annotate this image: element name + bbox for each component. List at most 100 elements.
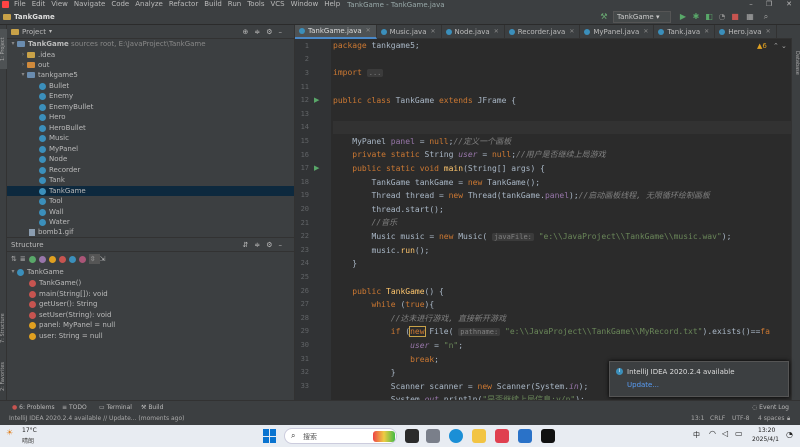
windows-start-icon[interactable] [263, 429, 277, 443]
event-log-button[interactable]: ◌ Event Log [752, 404, 789, 411]
tree-item-class[interactable]: Enemy [39, 91, 73, 101]
tree-root[interactable]: ▾ TankGame sources root, E:\JavaProject\… [9, 39, 205, 49]
close-icon[interactable]: ✕ [782, 0, 796, 9]
project-structure-icon[interactable]: ▦ [744, 11, 756, 23]
close-tab-icon[interactable]: ✕ [704, 25, 709, 39]
menu-build[interactable]: Build [201, 0, 225, 9]
tree-item-class[interactable]: Hero [39, 112, 66, 122]
project-view-select[interactable]: Project [22, 28, 46, 36]
chevron-down-icon[interactable]: ▾ [49, 28, 52, 35]
tree-item-class[interactable]: Tank [39, 175, 65, 185]
menu-edit[interactable]: Edit [29, 0, 49, 9]
tab-recorder[interactable]: Recorder.java ✕ [505, 25, 581, 39]
code-area[interactable]: package tankgame5; import ... public cla… [333, 39, 792, 400]
tree-item-class[interactable]: Water [39, 217, 70, 227]
tab-music[interactable]: Music.java ✕ [377, 25, 442, 39]
run-gutter-icon[interactable]: ▶ [314, 96, 319, 104]
sort-visibility-icon[interactable]: ≣ [20, 254, 29, 264]
tree-item-class[interactable]: Bullet [39, 81, 69, 91]
show-anonymous-icon[interactable] [78, 255, 86, 263]
chevron-down-icon[interactable]: ▾ [19, 70, 27, 80]
minimize-icon[interactable]: – [744, 0, 758, 9]
close-tab-icon[interactable]: ✕ [430, 25, 435, 39]
tree-item-file[interactable]: bomb1.gif [29, 227, 74, 237]
project-tool-tab[interactable]: 1: Project [0, 29, 7, 69]
profile-icon[interactable]: ◔ [716, 11, 728, 23]
file-explorer-icon[interactable] [472, 429, 486, 443]
chevron-right-icon[interactable]: › [19, 50, 27, 60]
menu-file[interactable]: File [11, 0, 29, 9]
show-non-public-icon[interactable] [58, 255, 66, 263]
tab-hero[interactable]: Hero.java ✕ [715, 25, 777, 39]
chevron-down-icon[interactable]: ▾ [9, 267, 17, 277]
clock-time[interactable]: 13:20 [758, 427, 775, 434]
chevron-right-icon[interactable]: › [19, 60, 27, 70]
tab-tankgame[interactable]: TankGame.java ✕ [295, 25, 377, 39]
collapse-icon[interactable]: ≑ [254, 241, 266, 249]
notification-bell-icon[interactable]: ◔ [786, 430, 793, 439]
debug-icon[interactable]: ✱ [690, 11, 702, 23]
structure-item[interactable]: main(String[]): void [29, 289, 108, 299]
tab-tank[interactable]: Tank.java ✕ [654, 25, 716, 39]
intellij-taskbar-icon[interactable] [495, 429, 509, 443]
close-tab-icon[interactable]: ✕ [366, 24, 371, 38]
close-tab-icon[interactable]: ✕ [569, 25, 574, 39]
favorites-tool-tab[interactable]: 2: Favorites [0, 355, 7, 397]
taskbar-search-box[interactable]: ⌕ 搜索 [284, 428, 397, 444]
tree-item-class[interactable]: EnemyBullet [39, 102, 93, 112]
menu-run[interactable]: Run [225, 0, 244, 9]
tree-item-idea[interactable]: › .idea [19, 50, 55, 60]
clock-date[interactable]: 2025/4/1 [752, 436, 779, 443]
expand-icon[interactable]: ⇵ [242, 241, 254, 249]
run-gutter-icon[interactable]: ▶ [314, 164, 319, 172]
edge-browser-icon[interactable] [449, 429, 463, 443]
hide-icon[interactable]: – [279, 241, 289, 249]
structure-tool-tab[interactable]: 7: Structure [0, 303, 7, 353]
weather-temp[interactable]: 17°C [22, 427, 37, 434]
breadcrumb-project[interactable]: TankGame [14, 13, 55, 21]
search-everywhere-icon[interactable]: ⌕ [760, 11, 772, 23]
tree-item-tankgame5[interactable]: ▾ tankgame5 [19, 70, 77, 80]
app-icon[interactable] [518, 429, 532, 443]
show-properties-icon[interactable] [28, 255, 36, 263]
line-separator[interactable]: CRLF [710, 415, 725, 422]
structure-item[interactable]: TankGame() [29, 278, 81, 288]
status-message[interactable]: IntelliJ IDEA 2020.2.4 available // Upda… [9, 415, 185, 422]
sort-alpha-icon[interactable]: ⇅ [11, 254, 20, 264]
locate-icon[interactable]: ⊕ [242, 28, 254, 36]
tree-item-class[interactable]: Music [39, 133, 69, 143]
run-icon[interactable]: ▶ [677, 11, 689, 23]
tree-item-class[interactable]: MyPanel [39, 144, 78, 154]
close-tab-icon[interactable]: ✕ [766, 25, 771, 39]
menu-code[interactable]: Code [108, 0, 132, 9]
menu-analyze[interactable]: Analyze [132, 0, 166, 9]
problems-tool-button[interactable]: ● 6: Problems [12, 404, 55, 411]
menu-refactor[interactable]: Refactor [166, 0, 201, 9]
stop-icon[interactable]: ■ [729, 11, 741, 23]
build-hammer-icon[interactable]: ⚒ [598, 11, 610, 23]
tree-item-class[interactable]: Node [39, 154, 67, 164]
structure-item[interactable]: panel: MyPanel = null [29, 320, 115, 330]
chevron-down-icon[interactable]: ▾ [9, 39, 17, 49]
caret-position[interactable]: 13:1 [691, 415, 704, 422]
tree-item-out[interactable]: › out [19, 60, 50, 70]
todo-tool-button[interactable]: ≡ TODO [62, 404, 87, 411]
volume-icon[interactable]: ◁ [722, 429, 728, 438]
app-icon[interactable] [426, 429, 440, 443]
maximize-icon[interactable]: ❐ [762, 0, 776, 9]
menu-window[interactable]: Window [288, 0, 322, 9]
menu-navigate[interactable]: Navigate [71, 0, 108, 9]
show-inherited-icon[interactable] [48, 255, 56, 263]
wifi-icon[interactable]: ◠ [709, 429, 716, 438]
structure-item[interactable]: getUser(): String [29, 299, 97, 309]
close-tab-icon[interactable]: ✕ [494, 25, 499, 39]
tab-node[interactable]: Node.java ✕ [442, 25, 505, 39]
indent-setting[interactable]: 4 spaces [758, 415, 784, 422]
coverage-icon[interactable]: ◧ [703, 11, 715, 23]
tree-item-class[interactable]: Tool [39, 196, 63, 206]
tree-item-selected[interactable]: TankGame [7, 186, 294, 196]
menu-help[interactable]: Help [321, 0, 343, 9]
menu-view[interactable]: View [48, 0, 71, 9]
autoscroll-from-source-icon[interactable]: ⇲ [100, 254, 109, 264]
gear-icon[interactable]: ⚙ [266, 241, 278, 249]
